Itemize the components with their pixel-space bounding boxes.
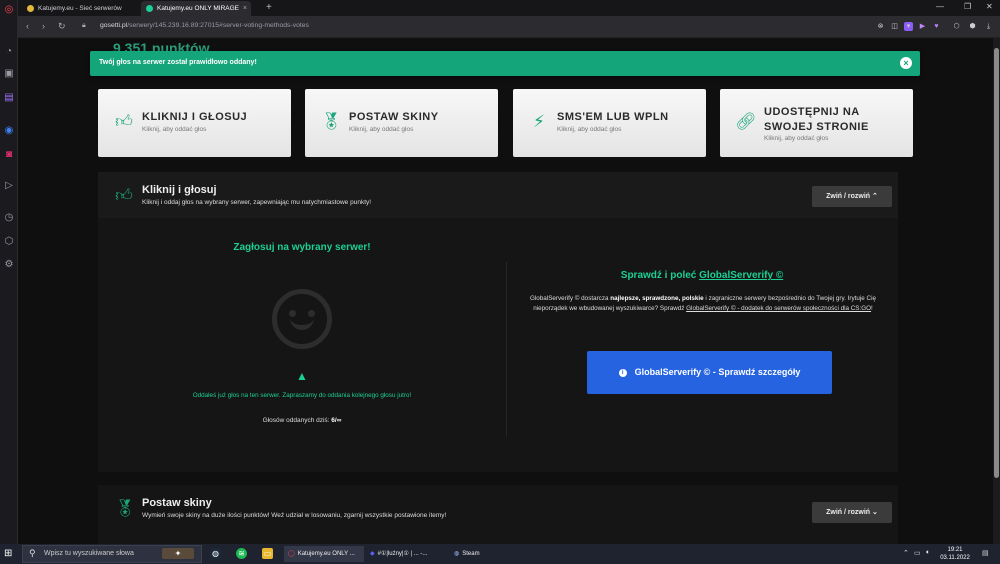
cube-icon[interactable]: ⬡ (952, 22, 961, 31)
panel-subtitle: Wymień swoje skiny na duże ilości punktó… (142, 512, 447, 519)
bolt-icon: ⚡︎ (533, 112, 545, 131)
link-icon: 🔗︎ (735, 112, 757, 131)
thumbs-up-icon: 👍︎ (115, 112, 133, 131)
globalserverify-link[interactable]: GlobalServerify © (699, 270, 783, 281)
search-highlight-icon[interactable]: ✦ (162, 548, 194, 559)
already-voted-message: Oddałeś już głos na ten serwer. Zaprasza… (192, 392, 412, 399)
info-icon: i (618, 369, 627, 377)
panel-subtitle: Kliknij i oddaj głos na wybrany serwer, … (142, 199, 372, 206)
collapse-toggle-button[interactable]: Zwiń / rozwiń ⌄ (812, 502, 892, 523)
play-icon[interactable]: ▶ (918, 22, 927, 31)
award-icon: 🏅︎ (114, 499, 136, 518)
tray-chevron-icon[interactable]: ⌃ (903, 549, 909, 557)
back-icon[interactable]: ‹ (26, 21, 29, 31)
thumbs-up-icon: 👍︎ (115, 186, 133, 205)
scrollbar-thumb[interactable] (994, 48, 999, 478)
column-divider (506, 262, 507, 437)
taskbar-app-opera[interactable]: ◯ Katujemy.eu ONLY ... (284, 546, 364, 562)
reload-icon[interactable]: ↻ (58, 21, 66, 32)
windows-start-icon[interactable]: ⊞ (4, 548, 15, 559)
vote-heading: Zagłosuj na wybrany serwer! (233, 242, 371, 253)
collapse-toggle-button[interactable]: Zwiń / rozwiń ⌃ (812, 186, 892, 207)
clock[interactable]: 19:21 03.11.2022 (937, 546, 973, 562)
card-subtitle: Kliknij, aby oddać głos (349, 126, 414, 133)
new-tab-button[interactable]: + (266, 0, 272, 15)
volume-icon[interactable]: 🔈︎ (926, 549, 930, 557)
tab-bar: Katujemy.eu - Sieć serwerów × Katujemy.e… (18, 0, 1000, 16)
forward-icon[interactable]: › (42, 21, 45, 31)
globalserverify-description: GlobalServerify © dostarcza najlepsze, s… (530, 295, 876, 312)
close-alert-button[interactable]: × (900, 57, 912, 69)
speed-dial-icon[interactable]: ◔ (3, 46, 15, 58)
shopping-bag-icon[interactable]: ▣ (3, 68, 15, 80)
card-sms[interactable]: ⚡︎ SMS'EM LUB WPLN Kliknij, aby oddać gł… (513, 89, 706, 157)
card-subtitle: Kliknij, aby oddać głos (764, 135, 829, 142)
skins-panel: 🏅︎ Postaw skiny Wymień swoje skiny na du… (98, 485, 898, 544)
player-icon[interactable]: ▷ (3, 180, 15, 192)
url-field[interactable]: gosetti.pl/serwery/145.239.16.89:27015#s… (100, 22, 309, 29)
tab-katujemy-mirage[interactable]: Katujemy.eu ONLY MIRAGE × (141, 1, 251, 16)
minimize-icon[interactable]: — (936, 2, 944, 11)
panel-title: Postaw skiny (142, 497, 212, 509)
globalserverify-heading: Sprawdź i poleć GlobalServerify © (620, 270, 784, 281)
snapshot-icon[interactable]: ◫ (890, 22, 899, 31)
card-title: UDOSTĘPNIJ NA SWOJEJ STRONIE (764, 106, 869, 133)
scrollbar[interactable] (993, 38, 1000, 544)
browser-sidebar: ◎ ◔ ▣ ▤ ◉ ◙ ▷ ◷ ⬡ ⚙ (0, 0, 18, 544)
card-title: POSTAW SKINY (349, 111, 439, 123)
heart-icon[interactable]: ♥ (932, 22, 941, 31)
close-tab-icon[interactable]: × (243, 1, 247, 16)
instagram-icon[interactable]: ◙ (3, 149, 15, 161)
card-subtitle: Kliknij, aby oddać głos (142, 126, 207, 133)
card-bet-skins[interactable]: 🏅︎ POSTAW SKINY Kliknij, aby oddać głos (305, 89, 498, 157)
taskbar-app-steam[interactable]: ◍ Steam (450, 546, 500, 562)
search-tabs-icon[interactable]: ⊗ (876, 22, 885, 31)
vpn-icon[interactable]: ▾ (904, 22, 913, 31)
settings-icon[interactable]: ⚙ (3, 259, 15, 271)
favicon-icon (146, 5, 153, 12)
twitch-icon[interactable]: ▤ (3, 92, 15, 104)
close-window-icon[interactable]: ✕ (986, 2, 993, 11)
notifications-icon[interactable]: ▤ (982, 549, 989, 557)
search-icon: ⚲ (29, 548, 36, 558)
spotify-icon[interactable]: ≋ (236, 548, 247, 559)
card-share[interactable]: 🔗︎ UDOSTĘPNIJ NA SWOJEJ STRONIE Kliknij,… (720, 89, 913, 157)
taskbar-app-discord[interactable]: ◆ #①|luźny|① | ... -... (366, 546, 444, 562)
alert-message: Twój głos na serwer został prawidłowo od… (99, 59, 257, 66)
votes-today: Głosów oddanych dziś: 6/∞ (262, 417, 342, 424)
tab-katujemy-network[interactable]: Katujemy.eu - Sieć serwerów × (22, 1, 152, 16)
download-icon[interactable]: ⤓ (984, 22, 993, 31)
steam-icon[interactable]: ◍ (210, 548, 221, 559)
page-content: 9 351 punktów Twój głos na serwer został… (18, 38, 993, 544)
card-subtitle: Kliknij, aby oddać głos (557, 126, 622, 133)
globalserverify-addon-link[interactable]: GlobalServerify © - dodatek do serwerów … (686, 305, 871, 312)
opera-logo-icon[interactable]: ◎ (3, 4, 15, 16)
card-title: SMS'EM LUB WPLN (557, 111, 669, 123)
messenger-icon[interactable]: ◉ (3, 125, 15, 137)
globalserverify-details-button[interactable]: i GlobalServerify © - Sprawdź szczegóły (587, 351, 832, 394)
chevron-up-icon: ⌃ (872, 193, 878, 200)
smiley-icon (272, 289, 332, 349)
warning-icon: ▲ (296, 369, 308, 383)
success-alert: Twój głos na serwer został prawidłowo od… (90, 51, 920, 76)
skins-panel-header: 🏅︎ Postaw skiny Wymień swoje skiny na du… (98, 485, 898, 531)
history-icon[interactable]: ◷ (3, 212, 15, 224)
panel-title: Kliknij i głosuj (142, 184, 217, 196)
card-title: KLIKNIJ I GŁOSUJ (142, 111, 248, 123)
favicon-icon (27, 5, 34, 12)
lock-icon: 🔒︎ (82, 22, 86, 29)
restore-icon[interactable]: ❐ (964, 2, 971, 11)
file-explorer-icon[interactable]: ▭ (262, 548, 273, 559)
extensions-icon[interactable]: ⬢ (968, 22, 977, 31)
award-icon: 🏅︎ (320, 112, 342, 131)
vote-panel: 👍︎ Kliknij i głosuj Kliknij i oddaj głos… (98, 172, 898, 472)
address-bar: ‹ › ↻ 🔒︎ gosetti.pl/serwery/145.239.16.8… (18, 16, 1000, 38)
chevron-down-icon: ⌄ (872, 509, 878, 516)
vote-panel-header: 👍︎ Kliknij i głosuj Kliknij i oddaj głos… (98, 172, 898, 218)
taskbar: ⊞ ⚲ Wpisz tu wyszukiwane słowa ✦ ◍ ≋ ▭ ◯… (0, 544, 1000, 564)
card-click-and-vote[interactable]: 👍︎ KLIKNIJ I GŁOSUJ Kliknij, aby oddać g… (98, 89, 291, 157)
box-icon[interactable]: ⬡ (3, 236, 15, 248)
network-icon[interactable]: ▭ (914, 549, 921, 557)
